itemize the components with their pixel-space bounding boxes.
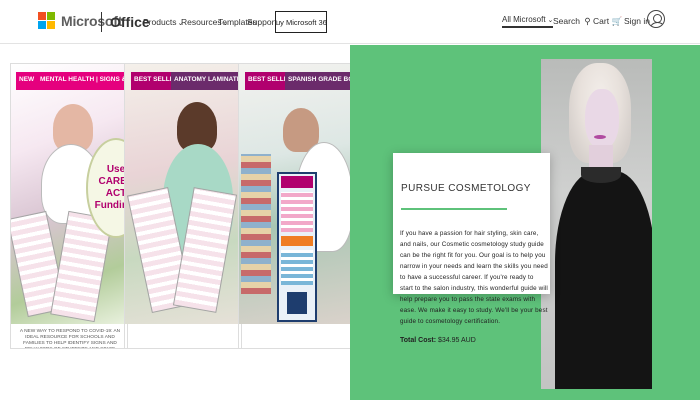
cart-icon: 🛒 <box>611 16 623 26</box>
all-microsoft-label: All Microsoft <box>502 15 546 24</box>
cart-label: Cart <box>593 16 610 26</box>
product-card-anatomy[interactable]: BEST SELLER ANATOMY LAMINATED STUDY GUID… <box>124 63 242 349</box>
product-image <box>239 64 355 324</box>
model-photo <box>541 59 652 389</box>
search-label: Search <box>553 16 580 26</box>
nav-products-label: Products <box>143 17 177 27</box>
product-title: ANATOMY LAMINATED STUDY GUIDE <box>171 72 239 90</box>
nav-resources-label: Resources <box>181 17 222 27</box>
product-title: MENTAL HEALTH | SIGNS & SURVEY <box>37 72 125 90</box>
nav-support[interactable]: Support <box>247 17 277 27</box>
feature-description: If you have a passion for hair styling, … <box>400 230 548 325</box>
microsoft-logo-icon <box>38 12 55 29</box>
header-divider <box>101 12 102 32</box>
total-cost-value: $34.95 AUD <box>438 337 476 344</box>
collar-shape <box>581 167 621 183</box>
face-shape <box>585 89 619 149</box>
product-badge: NEW <box>16 72 38 90</box>
top-navigation-bar: Microsoft Office Products⌄ Resources⌄ Te… <box>0 0 700 44</box>
search-icon: ⚲ <box>584 16 591 26</box>
buy-microsoft-365-button[interactable]: Buy Microsoft 365 <box>275 11 327 33</box>
total-cost-label: Total Cost: <box>400 337 437 344</box>
product-card-spanish[interactable]: BEST SELLER SPANISH GRADE BOOSTER PACK <box>238 63 356 349</box>
study-pack-image <box>277 172 317 322</box>
product-image <box>125 64 241 324</box>
bookshelf-image <box>241 154 271 294</box>
title-underline <box>401 208 507 210</box>
product-caption: A NEW WAY TO RESPOND TO COVID-19: AN IDE… <box>19 329 121 348</box>
lips-shape <box>594 135 606 139</box>
nav-products[interactable]: Products⌄ <box>143 17 183 27</box>
search-button[interactable]: Search ⚲ <box>553 16 591 27</box>
shirt-shape <box>555 171 652 389</box>
all-microsoft-menu[interactable]: All Microsoft ⌄ <box>502 15 554 28</box>
bubble-line: Funding! <box>94 200 128 211</box>
bubble-line: CARES ACT <box>98 176 127 199</box>
bubble-line: Use <box>106 164 126 175</box>
cart-button[interactable]: Cart 🛒 <box>593 16 622 27</box>
product-title: SPANISH GRADE BOOSTER PACK <box>285 72 353 90</box>
avatar-icon[interactable] <box>647 10 665 28</box>
feature-title: PURSUE COSMETOLOGY <box>401 183 531 194</box>
product-card-mental-health[interactable]: NEW MENTAL HEALTH | SIGNS & SURVEY Use C… <box>10 63 128 349</box>
total-cost: Total Cost: $34.95 AUD <box>400 337 476 344</box>
